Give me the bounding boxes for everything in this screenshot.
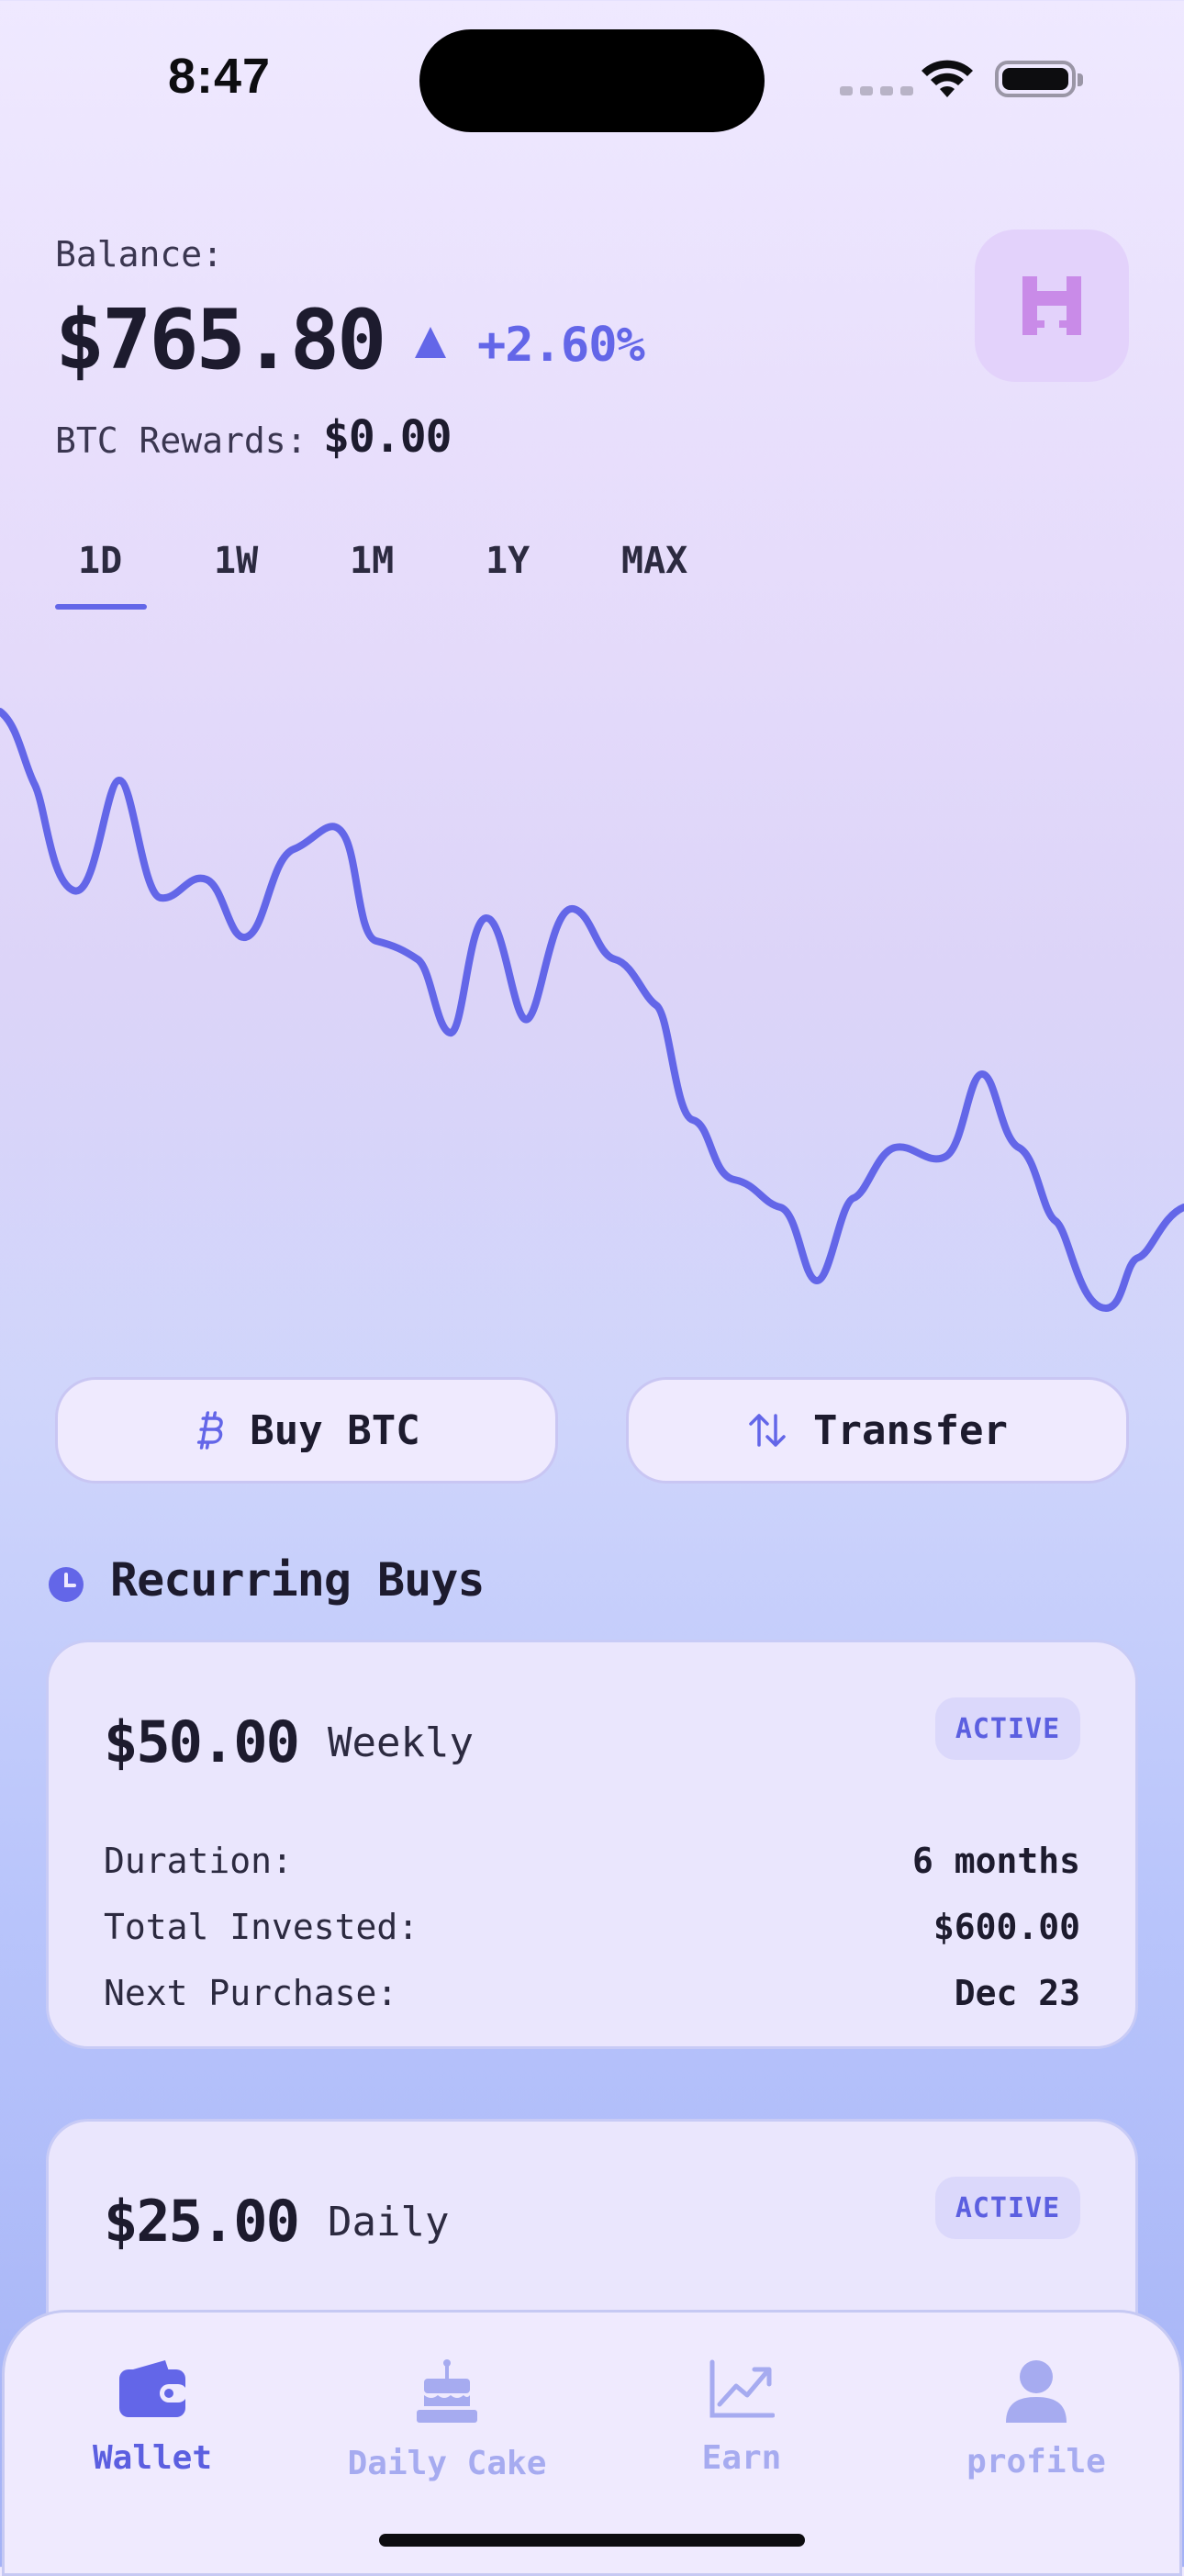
signal-icon (840, 86, 913, 95)
row-label: Next Purchase: (104, 1973, 398, 2013)
rewards-value: $0.00 (323, 411, 452, 463)
transfer-arrows-icon (749, 1414, 786, 1447)
nav-daily-cake[interactable]: Daily Cake (309, 2358, 585, 2482)
pixel-invader-icon (1022, 276, 1081, 335)
wallet-icon (119, 2360, 187, 2417)
bitcoin-icon (197, 1411, 223, 1450)
nav-earn[interactable]: Earn (604, 2358, 879, 2477)
chart-up-icon (709, 2359, 775, 2418)
card-frequency: Daily (328, 2199, 450, 2246)
row-value: 6 months (911, 1841, 1080, 1881)
wifi-icon (922, 60, 973, 97)
row-value: Dec 23 (954, 1973, 1080, 2013)
tab-1d[interactable]: 1D (55, 540, 191, 610)
nav-profile[interactable]: profile (899, 2358, 1174, 2481)
avatar[interactable] (975, 230, 1129, 382)
tab-1m[interactable]: 1M (327, 540, 463, 610)
balance-value: $765.80 (55, 292, 386, 388)
home-indicator[interactable] (379, 2534, 805, 2547)
dynamic-island (419, 29, 765, 132)
user-icon (1006, 2360, 1067, 2423)
balance-label: Balance: (55, 234, 224, 274)
price-line (0, 708, 1184, 1312)
balance-change: +2.60% (477, 318, 645, 373)
recurring-buy-card[interactable]: $50.00 Weekly ACTIVE Duration: 6 months … (46, 1640, 1138, 2049)
card-row-duration: Duration: 6 months (104, 1841, 1080, 1881)
up-arrow-icon (415, 327, 446, 358)
row-value: $600.00 (933, 1907, 1080, 1947)
tab-max[interactable]: MAX (598, 540, 734, 610)
nav-wallet[interactable]: Wallet (15, 2358, 290, 2477)
status-badge: ACTIVE (935, 2177, 1080, 2239)
buy-btc-button[interactable]: Buy BTC (55, 1377, 558, 1484)
card-frequency: Weekly (328, 1719, 474, 1766)
period-tabs: 1D 1W 1M 1Y MAX (55, 540, 734, 610)
tab-1w[interactable]: 1W (191, 540, 327, 610)
cake-icon (417, 2359, 477, 2423)
row-label: Total Invested: (104, 1907, 419, 1947)
nav-label: profile (966, 2443, 1106, 2481)
recurring-buys-title: Recurring Buys (110, 1553, 485, 1607)
row-label: Duration: (104, 1841, 293, 1881)
transfer-button[interactable]: Transfer (626, 1377, 1129, 1484)
buy-btc-label: Buy BTC (250, 1406, 420, 1454)
card-amount: $25.00 (104, 2188, 300, 2255)
nav-label: Wallet (92, 2439, 213, 2477)
status-badge: ACTIVE (935, 1697, 1080, 1760)
battery-icon (995, 61, 1083, 97)
transfer-label: Transfer (813, 1406, 1008, 1454)
clock-icon (49, 1567, 84, 1602)
rewards-label: BTC Rewards: (55, 420, 307, 461)
status-time: 8:47 (168, 49, 272, 104)
card-row-next-purchase: Next Purchase: Dec 23 (104, 1973, 1080, 2013)
nav-label: Daily Cake (347, 2445, 547, 2482)
card-amount: $50.00 (104, 1708, 300, 1775)
tab-1y[interactable]: 1Y (463, 540, 598, 610)
price-chart[interactable] (0, 661, 1184, 1322)
nav-label: Earn (701, 2439, 782, 2477)
card-row-total-invested: Total Invested: $600.00 (104, 1907, 1080, 1947)
